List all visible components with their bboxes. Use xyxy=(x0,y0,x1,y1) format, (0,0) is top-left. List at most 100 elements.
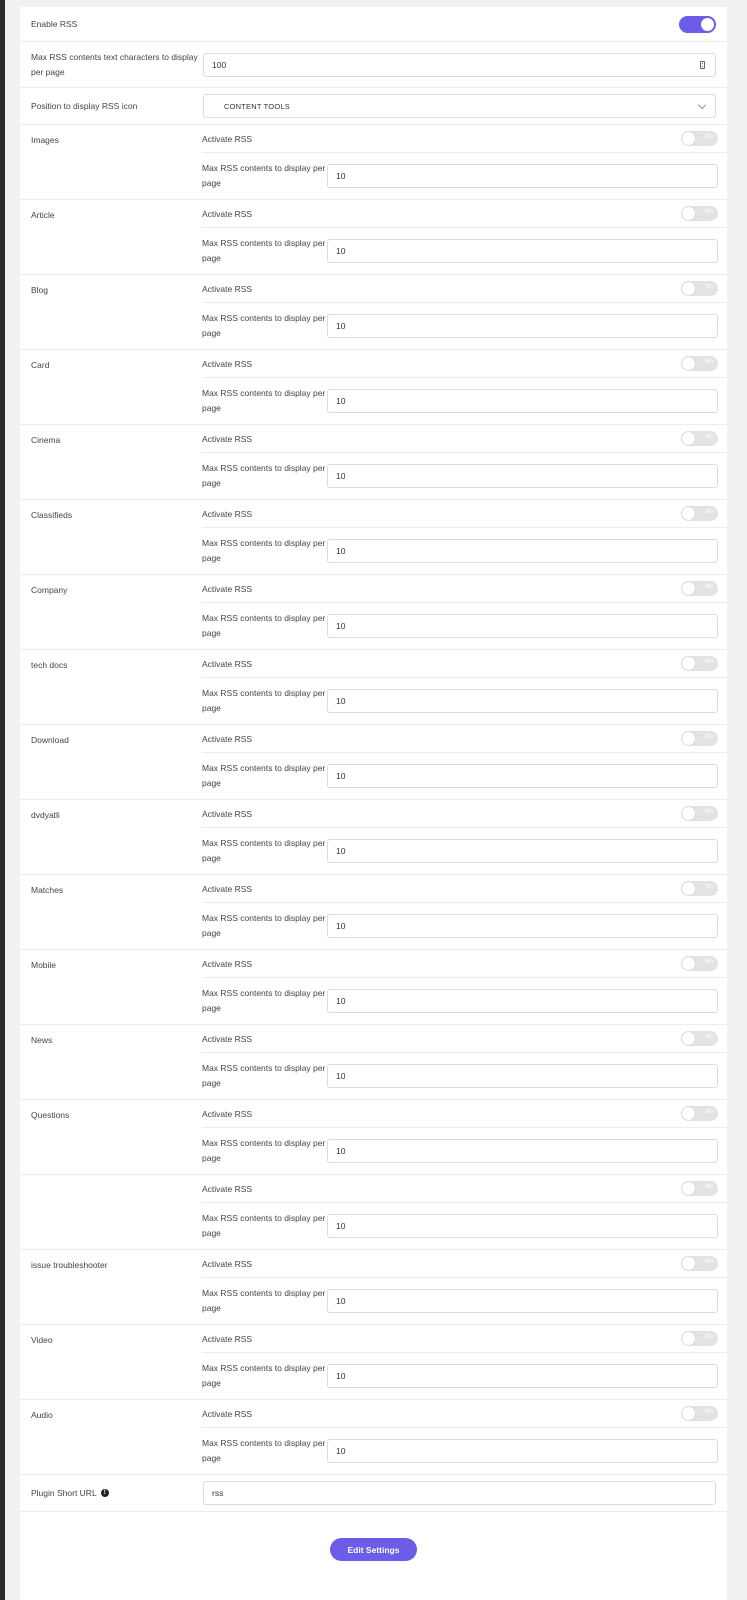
max-contents-input[interactable]: 10 xyxy=(327,164,718,188)
position-select[interactable]: CONTENT TOOLS xyxy=(203,94,716,118)
activate-rss-toggle[interactable]: No xyxy=(681,1181,718,1196)
settings-panel: Enable RSS Max RSS contents text charact… xyxy=(20,7,727,1600)
activate-rss-toggle[interactable]: No xyxy=(681,506,718,521)
max-contents-input[interactable]: 10 xyxy=(327,989,718,1013)
max-contents-value: 10 xyxy=(336,171,346,181)
section-title: Video xyxy=(31,1335,53,1345)
activate-rss-label: Activate RSS xyxy=(202,133,253,144)
number-stepper-icon[interactable] xyxy=(700,60,705,69)
short-url-input[interactable]: rss xyxy=(203,1481,716,1505)
activate-rss-row: Activate RSS No xyxy=(202,200,727,228)
edit-settings-button[interactable]: Edit Settings xyxy=(330,1538,417,1561)
activate-rss-label: Activate RSS xyxy=(202,1108,253,1119)
activate-rss-toggle[interactable]: No xyxy=(681,656,718,671)
section-title: Classifieds xyxy=(31,510,73,520)
activate-rss-toggle[interactable]: No xyxy=(681,131,718,146)
max-contents-row: Max RSS contents to display per page 10 xyxy=(202,603,727,649)
activate-rss-label: Activate RSS xyxy=(202,433,253,444)
section-title: Audio xyxy=(31,1410,53,1420)
toggle-off-text: No xyxy=(705,209,713,215)
rss-section: Images Activate RSS No Max RSS contents … xyxy=(20,125,727,200)
activate-rss-toggle[interactable]: No xyxy=(681,281,718,296)
max-contents-value: 10 xyxy=(336,1371,346,1381)
max-contents-input[interactable]: 10 xyxy=(327,1214,718,1238)
section-body: Activate RSS No Max RSS contents to disp… xyxy=(202,1325,727,1399)
max-contents-input[interactable]: 10 xyxy=(327,1439,718,1463)
section-body: Activate RSS No Max RSS contents to disp… xyxy=(202,1025,727,1099)
max-contents-row: Max RSS contents to display per page 10 xyxy=(202,303,727,349)
activate-rss-toggle[interactable]: No xyxy=(681,1031,718,1046)
max-contents-row: Max RSS contents to display per page 10 xyxy=(202,453,727,499)
info-icon[interactable]: ! xyxy=(100,1489,109,1498)
toggle-knob xyxy=(682,432,695,445)
section-title: Images xyxy=(31,135,59,145)
section-body: Activate RSS No Max RSS contents to disp… xyxy=(202,950,727,1024)
max-contents-input[interactable]: 10 xyxy=(327,1364,718,1388)
max-contents-row: Max RSS contents to display per page 10 xyxy=(202,1203,727,1249)
activate-rss-toggle[interactable]: No xyxy=(681,1106,718,1121)
max-contents-input[interactable]: 10 xyxy=(327,764,718,788)
toggle-off-text: No xyxy=(705,1034,713,1040)
max-chars-label: Max RSS contents text characters to disp… xyxy=(31,51,198,77)
activate-rss-toggle[interactable]: No xyxy=(681,206,718,221)
max-contents-value: 10 xyxy=(336,246,346,256)
toggle-knob xyxy=(682,732,695,745)
max-contents-value: 10 xyxy=(336,921,346,931)
toggle-knob xyxy=(682,1407,695,1420)
max-chars-input[interactable]: 100 xyxy=(203,52,716,77)
max-contents-input[interactable]: 10 xyxy=(327,839,718,863)
toggle-off-text: No xyxy=(705,884,713,890)
activate-rss-toggle[interactable]: No xyxy=(681,731,718,746)
max-contents-input[interactable]: 10 xyxy=(327,389,718,413)
max-chars-row: Max RSS contents text characters to disp… xyxy=(20,42,727,88)
max-contents-input[interactable]: 10 xyxy=(327,464,718,488)
section-title: Matches xyxy=(31,885,64,895)
activate-rss-label: Activate RSS xyxy=(202,1033,253,1044)
max-contents-row: Max RSS contents to display per page 10 xyxy=(202,1353,727,1399)
max-contents-input[interactable]: 10 xyxy=(327,1289,718,1313)
activate-rss-toggle[interactable]: No xyxy=(681,431,718,446)
max-contents-input[interactable]: 10 xyxy=(327,914,718,938)
activate-rss-toggle[interactable]: No xyxy=(681,1331,718,1346)
max-contents-label: Max RSS contents to display per page xyxy=(202,238,326,263)
max-contents-row: Max RSS contents to display per page 10 xyxy=(202,153,727,199)
toggle-knob xyxy=(682,582,695,595)
activate-rss-toggle[interactable]: No xyxy=(681,881,718,896)
short-url-label: Plugin Short URL xyxy=(31,1487,97,1498)
max-contents-value: 10 xyxy=(336,546,346,556)
toggle-off-text: No xyxy=(705,734,713,740)
max-contents-input[interactable]: 10 xyxy=(327,1064,718,1088)
activate-rss-toggle[interactable]: No xyxy=(681,956,718,971)
activate-rss-toggle[interactable]: No xyxy=(681,1406,718,1421)
activate-rss-row: Activate RSS No xyxy=(202,425,727,453)
max-contents-label: Max RSS contents to display per page xyxy=(202,163,326,188)
activate-rss-row: Activate RSS No xyxy=(202,1400,727,1428)
toggle-knob xyxy=(682,1257,695,1270)
section-body: Activate RSS No Max RSS contents to disp… xyxy=(202,650,727,724)
activate-rss-label: Activate RSS xyxy=(202,358,253,369)
activate-rss-label: Activate RSS xyxy=(202,658,253,669)
max-contents-label: Max RSS contents to display per page xyxy=(202,1288,326,1313)
activate-rss-toggle[interactable]: No xyxy=(681,356,718,371)
activate-rss-toggle[interactable]: No xyxy=(681,806,718,821)
max-contents-input[interactable]: 10 xyxy=(327,689,718,713)
max-contents-input[interactable]: 10 xyxy=(327,239,718,263)
toggle-off-text: No xyxy=(705,809,713,815)
toggle-knob xyxy=(682,1182,695,1195)
enable-rss-toggle[interactable] xyxy=(679,15,716,33)
max-contents-label: Max RSS contents to display per page xyxy=(202,538,326,563)
max-contents-input[interactable]: 10 xyxy=(327,1139,718,1163)
section-body: Activate RSS No Max RSS contents to disp… xyxy=(202,725,727,799)
toggle-knob xyxy=(682,282,695,295)
section-title: tech docs xyxy=(31,660,68,670)
max-contents-input[interactable]: 10 xyxy=(327,614,718,638)
max-contents-input[interactable]: 10 xyxy=(327,539,718,563)
activate-rss-toggle[interactable]: No xyxy=(681,1256,718,1271)
max-contents-input[interactable]: 10 xyxy=(327,314,718,338)
enable-rss-row: Enable RSS xyxy=(20,7,727,42)
toggle-off-text: No xyxy=(705,584,713,590)
rss-section: Classifieds Activate RSS No Max RSS cont… xyxy=(20,500,727,575)
activate-rss-toggle[interactable]: No xyxy=(681,581,718,596)
short-url-row: Plugin Short URL ! rss xyxy=(20,1475,727,1512)
toggle-off-text: No xyxy=(705,359,713,365)
